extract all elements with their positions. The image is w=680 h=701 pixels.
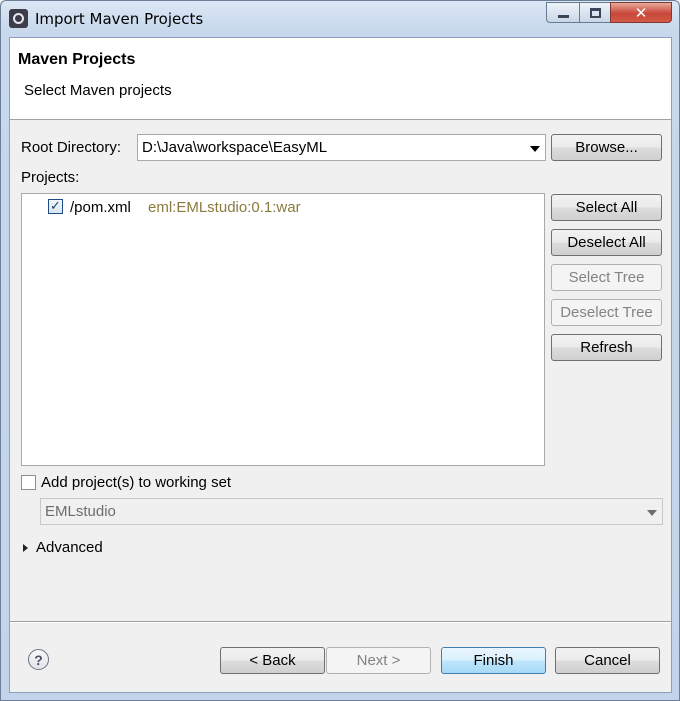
refresh-button[interactable]: Refresh	[551, 334, 662, 361]
checkmark-icon: ✓	[50, 199, 61, 214]
working-set-value: EMLstudio	[45, 503, 116, 520]
working-set-combo[interactable]: EMLstudio	[40, 498, 663, 525]
divider-highlight	[10, 622, 671, 623]
eclipse-icon	[9, 9, 28, 28]
cancel-button[interactable]: Cancel	[555, 647, 660, 674]
projects-label: Projects:	[21, 169, 80, 186]
back-button[interactable]: < Back	[220, 647, 325, 674]
root-directory-label: Root Directory:	[21, 139, 122, 156]
help-icon[interactable]: ?	[28, 649, 49, 670]
next-button[interactable]: Next >	[326, 647, 431, 674]
dialog-client-area: Maven Projects Select Maven projects Roo…	[9, 37, 672, 693]
project-name: /pom.xml	[70, 199, 131, 216]
import-maven-projects-dialog: Import Maven Projects ✕ Maven Projects S…	[0, 0, 680, 701]
close-button[interactable]: ✕	[610, 2, 672, 23]
title-bar[interactable]: Import Maven Projects ✕	[1, 1, 679, 37]
browse-button[interactable]: Browse...	[551, 134, 662, 161]
deselect-tree-button[interactable]: Deselect Tree	[551, 299, 662, 326]
chevron-down-icon[interactable]	[647, 510, 657, 516]
project-artifact-id: eml:EMLstudio:0.1:war	[148, 199, 301, 216]
wizard-header: Maven Projects Select Maven projects	[10, 38, 671, 120]
root-directory-combo[interactable]: D:\Java\workspace\EasyML	[137, 134, 546, 161]
page-title: Maven Projects	[18, 51, 136, 68]
maximize-icon	[589, 7, 601, 18]
minimize-icon	[557, 15, 569, 18]
close-icon: ✕	[634, 3, 648, 22]
maximize-button[interactable]	[579, 2, 611, 23]
select-all-button[interactable]: Select All	[551, 194, 662, 221]
working-set-checkbox[interactable]	[21, 475, 36, 490]
working-set-label[interactable]: Add project(s) to working set	[41, 474, 231, 491]
root-directory-value: D:\Java\workspace\EasyML	[142, 139, 328, 156]
window-title: Import Maven Projects	[35, 10, 204, 28]
advanced-label: Advanced	[36, 539, 103, 556]
list-item[interactable]: ✓ /pom.xml eml:EMLstudio:0.1:war	[22, 194, 544, 220]
page-subtitle: Select Maven projects	[24, 82, 172, 99]
minimize-button[interactable]	[546, 2, 580, 23]
finish-button[interactable]: Finish	[441, 647, 546, 674]
select-tree-button[interactable]: Select Tree	[551, 264, 662, 291]
chevron-down-icon[interactable]	[530, 146, 540, 152]
deselect-all-button[interactable]: Deselect All	[551, 229, 662, 256]
advanced-section-toggle[interactable]: Advanced	[20, 538, 140, 560]
chevron-right-icon	[23, 544, 28, 552]
project-checkbox[interactable]: ✓	[48, 199, 63, 214]
projects-tree[interactable]: ✓ /pom.xml eml:EMLstudio:0.1:war	[21, 193, 545, 466]
